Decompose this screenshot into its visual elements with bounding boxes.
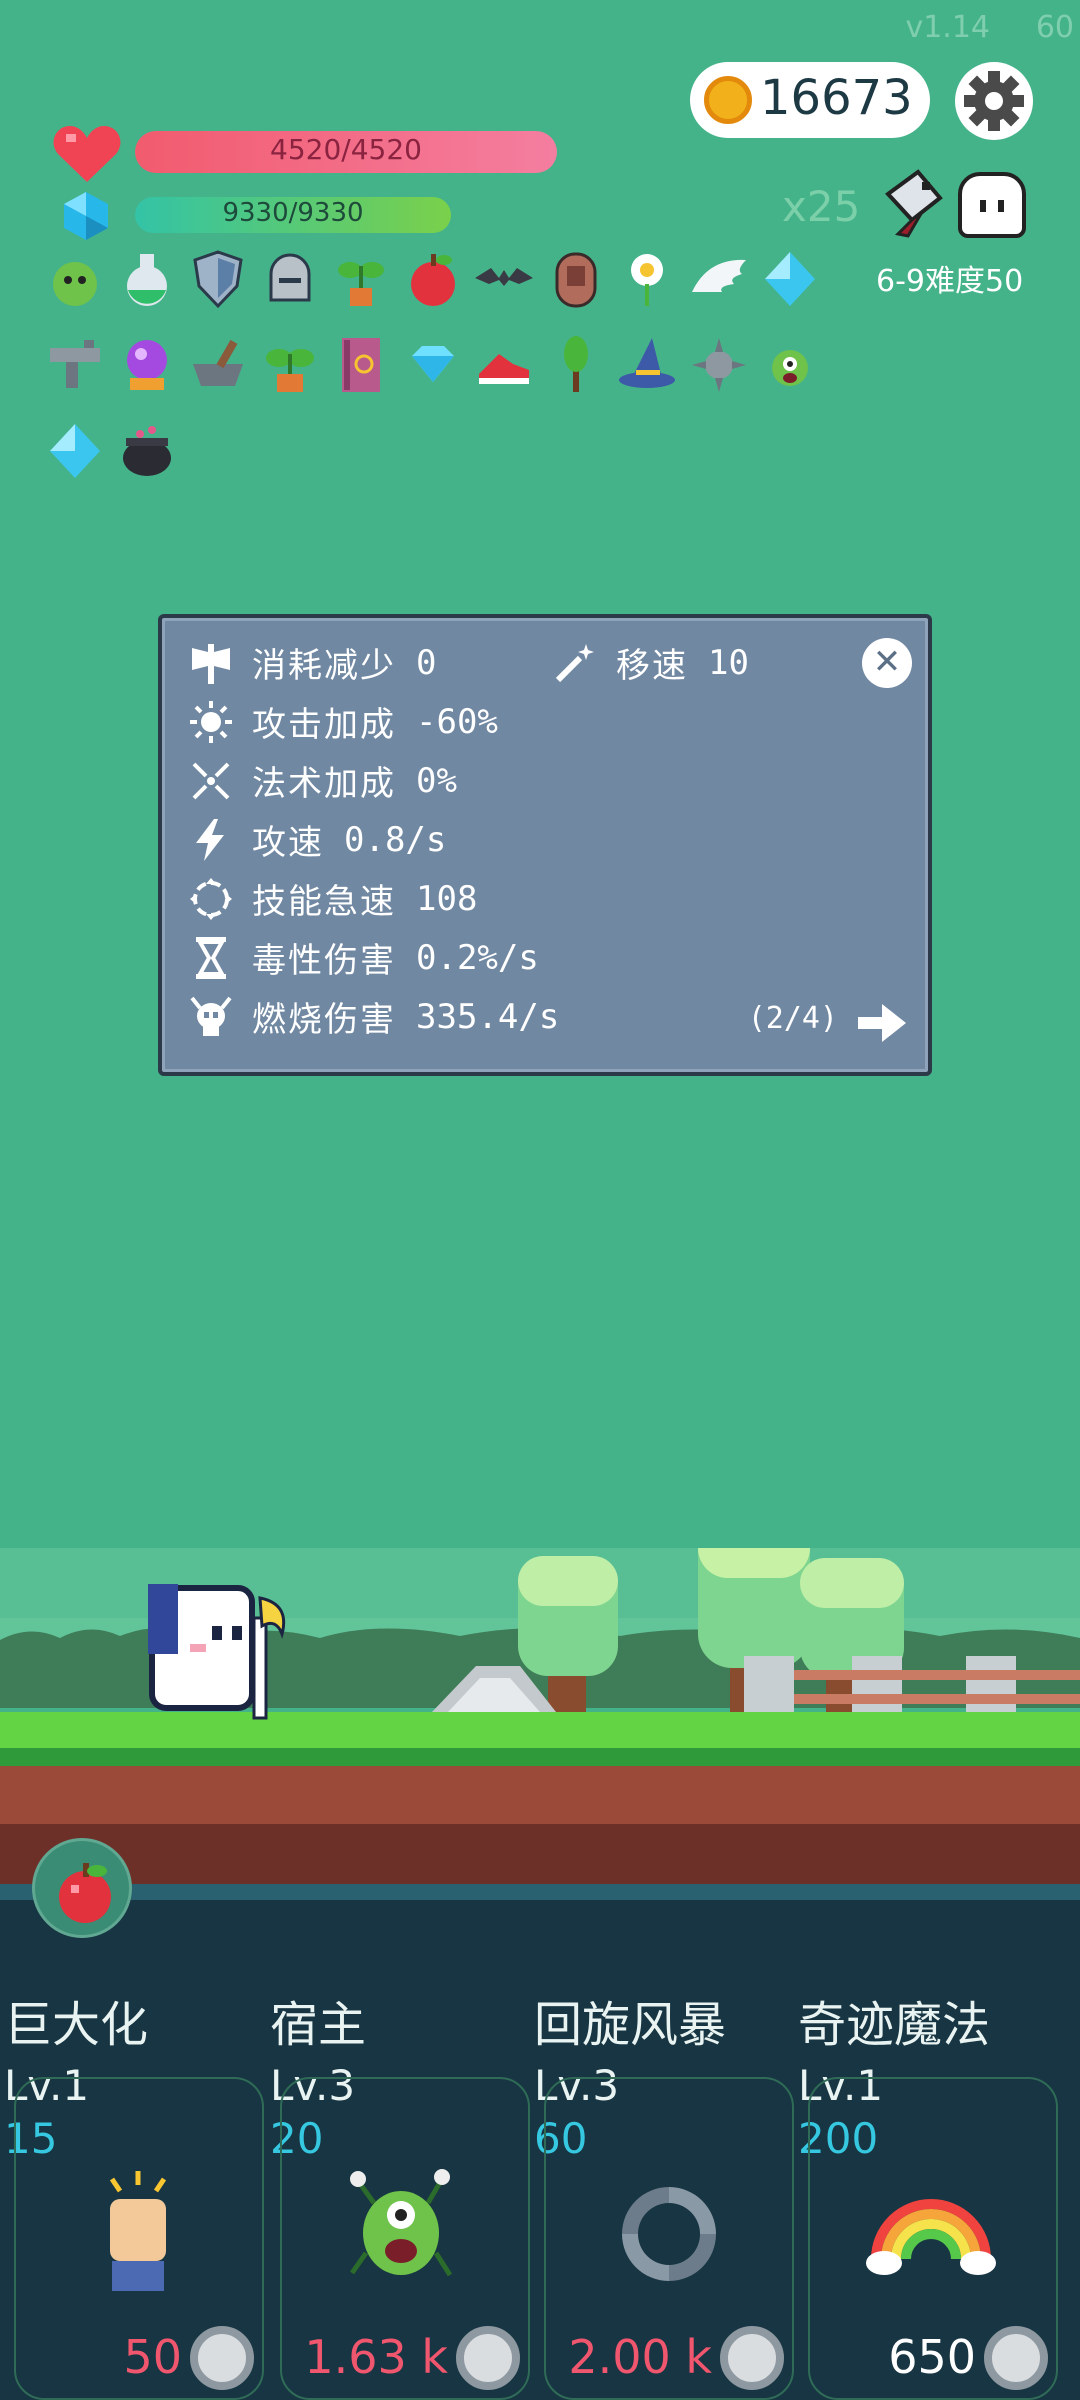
difficulty-label: 6-9难度50	[876, 264, 1024, 299]
rainbow-icon	[866, 2199, 996, 2275]
upgrade-price: 50	[123, 2330, 182, 2384]
plant-item-icon[interactable]	[330, 248, 392, 310]
upgrade-gear-icon[interactable]	[456, 2326, 520, 2390]
stat-row-move-speed: 移速 10	[552, 638, 749, 687]
speed-multiplier[interactable]: x25	[782, 182, 860, 231]
cleaver-icon[interactable]	[878, 168, 950, 240]
cauldron-item-icon[interactable]	[116, 420, 178, 482]
mana-bar: 9330/9330	[135, 197, 451, 233]
gun-item-icon[interactable]	[44, 334, 106, 396]
shoe-item-icon[interactable]	[473, 334, 535, 396]
whirlwind-icon	[622, 2187, 716, 2281]
spike-ball-item-icon[interactable]	[688, 334, 750, 396]
wing-item-icon[interactable]	[688, 248, 750, 310]
mortar-item-icon[interactable]	[187, 334, 249, 396]
skull-icon	[188, 994, 234, 1040]
next-page-arrow-icon[interactable]	[856, 1002, 908, 1044]
stats-panel: 消耗减少 0 移速 10 ✕ 攻击加成 -60% 法术加成 0% 攻速 0.8/…	[158, 614, 932, 1076]
page-indicator: (2/4)	[747, 1001, 838, 1036]
version-label: v1.14	[905, 10, 990, 45]
door-item-icon[interactable]	[545, 248, 607, 310]
shield-item-icon[interactable]	[187, 248, 249, 310]
upgrade-gear-icon[interactable]	[984, 2326, 1048, 2390]
hourglass-icon	[188, 935, 234, 981]
coin-icon	[704, 76, 752, 124]
gear-icon	[964, 71, 1024, 131]
magic-wand-icon	[552, 640, 598, 686]
helmet-item-icon[interactable]	[259, 248, 321, 310]
game-scene	[0, 1548, 1080, 1908]
health-value: 4520/4520	[270, 133, 422, 166]
stat-row: 燃烧伤害 335.4/s	[188, 992, 559, 1041]
upgrade-price: 2.00 k	[568, 2330, 712, 2384]
sun-icon	[188, 699, 234, 745]
skill-card[interactable]: 回旋风暴 Lv.3 60 2.00 k	[534, 1985, 796, 2400]
gem-item-icon[interactable]	[402, 334, 464, 396]
stat-row: 消耗减少 0	[188, 638, 436, 687]
upgrade-price: 650	[888, 2330, 976, 2384]
apple-icon	[59, 1863, 111, 1923]
crystal-ball-item-icon[interactable]	[116, 334, 178, 396]
ghost-enemy-icon[interactable]	[958, 172, 1026, 238]
parasite-monster-icon	[349, 2169, 453, 2277]
upgrade-price: 1.63 k	[304, 2330, 448, 2384]
close-button[interactable]: ✕	[862, 638, 912, 688]
sprout-item-icon[interactable]	[259, 334, 321, 396]
mana-gem-icon	[64, 192, 108, 240]
skill-card-frame: 1.63 k	[280, 2077, 530, 2400]
slime-item-icon[interactable]	[44, 248, 106, 310]
coin-amount: 16673	[760, 70, 913, 126]
potion-item-icon[interactable]	[116, 248, 178, 310]
axe-icon	[188, 640, 234, 686]
virus-item-icon[interactable]	[759, 334, 821, 396]
ring-icon	[188, 876, 234, 922]
coin-counter: 16673	[690, 62, 930, 138]
tree-item-icon[interactable]	[545, 334, 607, 396]
raised-fist-icon	[109, 2171, 167, 2291]
heart-icon	[53, 126, 121, 182]
skill-card-frame: 650	[808, 2077, 1058, 2400]
stat-row: 攻速 0.8/s	[188, 815, 446, 864]
upgrade-gear-icon[interactable]	[720, 2326, 784, 2390]
hero-character	[148, 1584, 286, 1720]
stat-row: 毒性伤害 0.2%/s	[188, 933, 539, 982]
skill-card[interactable]: 巨大化 Lv.1 15 50	[4, 1985, 266, 2400]
settings-gear-button[interactable]	[955, 62, 1033, 140]
bat-item-icon[interactable]	[473, 248, 535, 310]
stat-row: 技能急速 108	[188, 874, 477, 923]
skill-card[interactable]: 奇迹魔法 Lv.1 200 650	[798, 1985, 1060, 2400]
fps-label: 60	[1035, 10, 1074, 45]
apple-consumable-button[interactable]	[32, 1838, 132, 1938]
skill-card-frame: 50	[14, 2077, 264, 2400]
cross-icon	[188, 758, 234, 804]
diamond-item-icon[interactable]	[759, 248, 821, 310]
upgrade-gear-icon[interactable]	[190, 2326, 254, 2390]
health-bar: 4520/4520	[135, 131, 557, 173]
apple-item-icon[interactable]	[402, 248, 464, 310]
mana-value: 9330/9330	[222, 198, 364, 228]
stat-row: 攻击加成 -60%	[188, 697, 498, 746]
stat-row: 法术加成 0%	[188, 756, 457, 805]
book-item-icon[interactable]	[330, 334, 392, 396]
bolt-icon	[188, 817, 234, 863]
flower-item-icon[interactable]	[616, 248, 678, 310]
skill-card-frame: 2.00 k	[544, 2077, 794, 2400]
witch-hat-item-icon[interactable]	[616, 334, 678, 396]
diamond-item-icon[interactable]	[44, 420, 106, 482]
skill-card[interactable]: 宿主 Lv.3 20 1.63 k	[270, 1985, 532, 2400]
